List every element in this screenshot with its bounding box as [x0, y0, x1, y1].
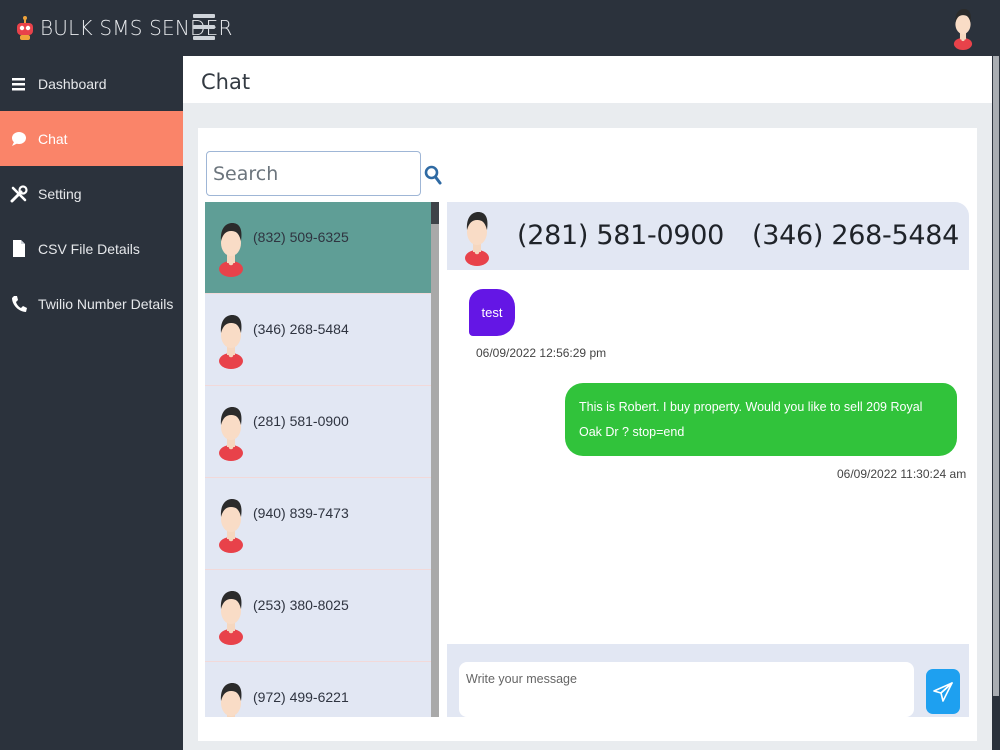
contact-list-scrollbar-thumb[interactable]	[431, 202, 439, 224]
contact-number: (253) 380-8025	[253, 597, 349, 613]
incoming-message-bubble: test	[469, 289, 515, 336]
sidebar-item-chat[interactable]: Chat	[0, 111, 183, 166]
contact-item[interactable]: (972) 499-6221	[205, 662, 431, 717]
contact-item[interactable]: (346) 268-5484	[205, 294, 431, 386]
sidebar-item-label: Twilio Number Details	[38, 295, 174, 312]
sidebar-item-twilio-number-details[interactable]: Twilio Number Details	[0, 276, 183, 331]
menu-lines-icon	[10, 74, 28, 94]
contact-avatar-icon	[217, 403, 245, 461]
sidebar-item-label: CSV File Details	[38, 240, 140, 257]
outgoing-message-bubble: This is Robert. I buy property. Would yo…	[565, 383, 957, 456]
contact-avatar-icon	[217, 219, 245, 277]
tools-icon	[10, 184, 28, 204]
sidebar-item-label: Setting	[38, 185, 82, 202]
page-scrollbar[interactable]	[992, 56, 1000, 750]
message-input[interactable]	[459, 662, 914, 717]
contact-avatar-icon	[217, 587, 245, 645]
contact-item[interactable]: (940) 839-7473	[205, 478, 431, 570]
chat-contact-number: (281) 581-0900	[517, 220, 724, 251]
contact-number: (972) 499-6221	[253, 689, 349, 705]
contact-list-scrollbar[interactable]	[431, 202, 439, 717]
contact-avatar-icon	[463, 208, 491, 266]
send-button[interactable]	[926, 669, 960, 714]
contact-avatar-icon	[217, 679, 245, 717]
user-avatar-icon[interactable]	[950, 6, 976, 50]
file-icon	[10, 239, 28, 259]
page-header: Chat	[183, 56, 992, 103]
sidebar-item-csv-file-details[interactable]: CSV File Details	[0, 221, 183, 276]
contact-avatar-icon	[217, 311, 245, 369]
contact-number: (281) 581-0900	[253, 413, 349, 429]
contact-number: (940) 839-7473	[253, 505, 349, 521]
contact-item[interactable]: (253) 380-8025	[205, 570, 431, 662]
chat-bubble-icon	[10, 129, 28, 149]
message-timestamp: 06/09/2022 11:30:24 am	[837, 467, 967, 481]
sidebar: Dashboard Chat Setting CSV File Details …	[0, 56, 183, 750]
chat-sender-number: (346) 268-5484	[752, 220, 959, 251]
phone-icon	[10, 294, 28, 314]
search-input[interactable]	[206, 151, 421, 196]
contact-number: (832) 509-6325	[253, 229, 349, 245]
contact-number: (346) 268-5484	[253, 321, 349, 337]
contact-item[interactable]: (281) 581-0900	[205, 386, 431, 478]
robot-logo-icon	[14, 15, 36, 41]
sidebar-item-label: Chat	[38, 130, 68, 147]
message-timestamp: 06/09/2022 12:56:29 pm	[476, 346, 607, 360]
contact-avatar-icon	[217, 495, 245, 553]
page-scrollbar-thumb[interactable]	[993, 56, 999, 696]
hamburger-menu-icon[interactable]	[193, 14, 215, 40]
contact-item[interactable]: (832) 509-6325	[205, 202, 431, 294]
page-title: Chat	[201, 70, 251, 94]
sidebar-item-dashboard[interactable]: Dashboard	[0, 56, 183, 111]
search-icon[interactable]	[424, 164, 442, 186]
sidebar-item-label: Dashboard	[38, 75, 107, 92]
top-bar: BULK SMS SENDER	[0, 0, 1000, 56]
contact-list: (832) 509-6325 (346) 268-5484 (281) 581-…	[205, 202, 431, 717]
paper-plane-icon	[933, 681, 953, 702]
sidebar-item-setting[interactable]: Setting	[0, 166, 183, 221]
chat-header: (281) 581-0900 (346) 268-5484	[447, 202, 969, 270]
